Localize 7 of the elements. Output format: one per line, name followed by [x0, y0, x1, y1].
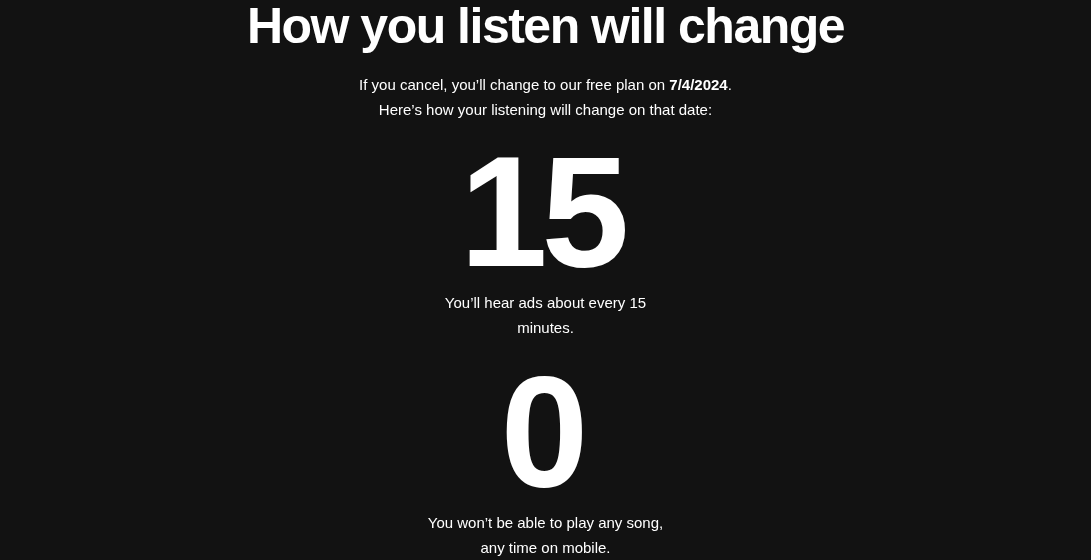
intro-text: Here’s how your listening will change on that date:	[378, 100, 713, 120]
intro-text: If you cancel, you’ll change to our free plan on 7/4/2024.	[359, 75, 732, 95]
stat-caption: You won’t be able to play any song, any time on mobile.	[426, 513, 665, 558]
stat-number: 15	[459, 146, 625, 276]
stat-caption: You’ll hear ads about every 15 minutes.	[443, 293, 648, 338]
stat-number: 0	[500, 366, 583, 496]
page-title: How you listen will change	[246, 0, 845, 54]
